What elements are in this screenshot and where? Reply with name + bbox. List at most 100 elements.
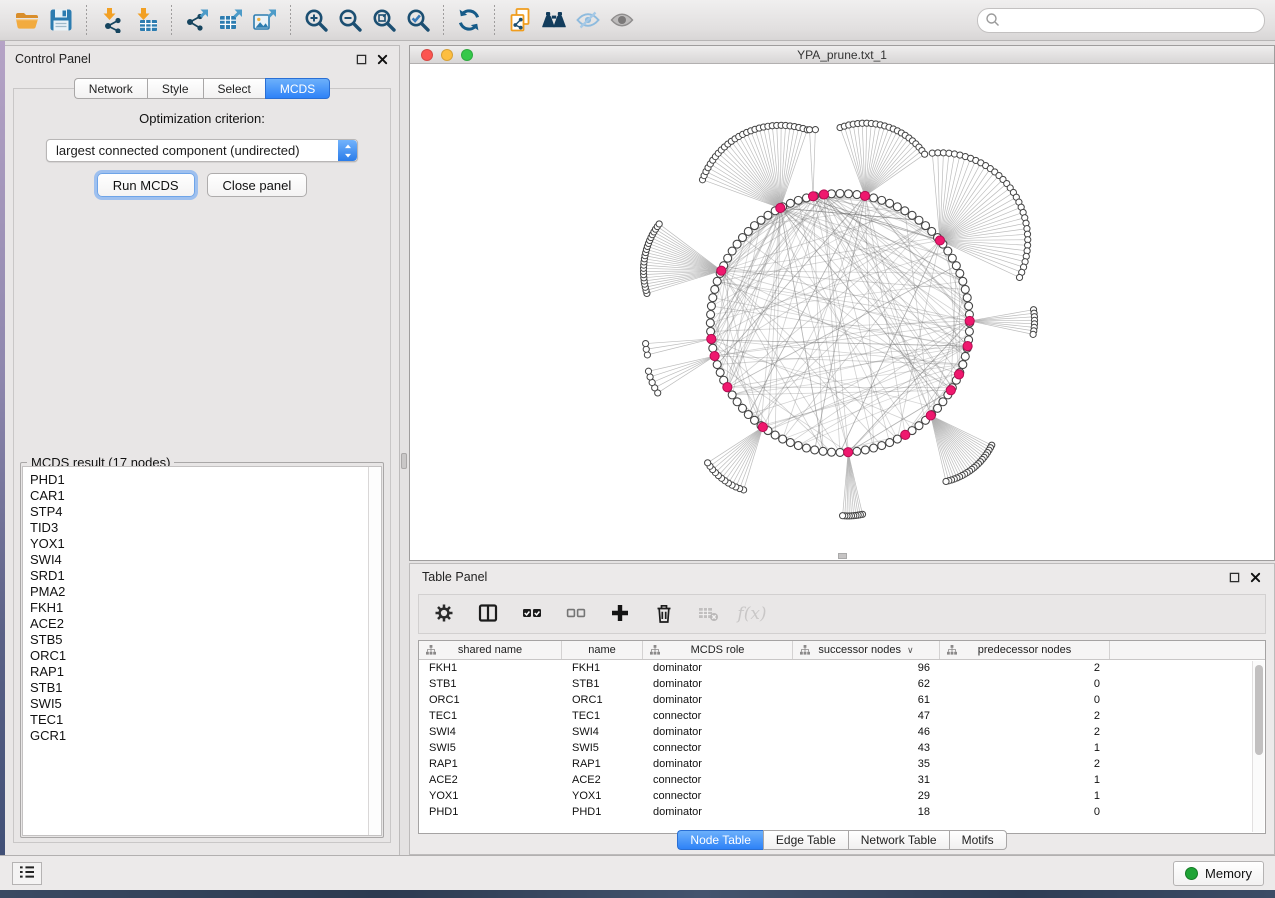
panel-splitter[interactable] xyxy=(400,45,409,858)
network-node[interactable] xyxy=(956,269,964,277)
mcds-hub-node[interactable] xyxy=(965,316,974,325)
network-node[interactable] xyxy=(728,247,736,255)
deselect-all-button[interactable] xyxy=(561,599,591,629)
mcds-result-item[interactable]: TID3 xyxy=(30,520,381,536)
network-node[interactable] xyxy=(908,211,916,219)
mcds-hub-node[interactable] xyxy=(926,411,935,420)
mcds-hub-node[interactable] xyxy=(860,191,869,200)
network-node[interactable] xyxy=(744,227,752,235)
network-node[interactable] xyxy=(771,431,779,439)
zoom-in-button[interactable] xyxy=(299,4,333,36)
table-row[interactable]: SWI5SWI5connector431 xyxy=(419,740,1265,756)
network-node[interactable] xyxy=(724,254,732,262)
table-row[interactable]: TEC1TEC1connector472 xyxy=(419,708,1265,724)
import-network-button[interactable] xyxy=(95,4,129,36)
zoom-selected-button[interactable] xyxy=(401,4,435,36)
mcds-hub-node[interactable] xyxy=(844,448,853,457)
network-node[interactable] xyxy=(707,302,715,310)
column-header-predecessor-nodes[interactable]: predecessor nodes xyxy=(940,641,1110,659)
refresh-layout-button[interactable] xyxy=(452,4,486,36)
mcds-result-item[interactable]: CAR1 xyxy=(30,488,381,504)
tab-mcds[interactable]: MCDS xyxy=(265,78,330,99)
network-node[interactable] xyxy=(786,199,794,207)
network-node[interactable] xyxy=(709,294,717,302)
network-node[interactable] xyxy=(713,277,721,285)
table-row[interactable]: PHD1PHD1dominator180 xyxy=(419,804,1265,820)
network-node[interactable] xyxy=(739,234,747,242)
node-table[interactable]: shared namenameMCDS rolesuccessor nodes∨… xyxy=(418,640,1266,834)
column-header-MCDS-role[interactable]: MCDS role xyxy=(643,641,793,659)
mcds-hub-node[interactable] xyxy=(954,370,963,379)
network-node[interactable] xyxy=(922,222,930,230)
table-row[interactable]: ORC1ORC1dominator610 xyxy=(419,692,1265,708)
network-node[interactable] xyxy=(728,391,736,399)
network-node[interactable] xyxy=(915,422,923,430)
float-panel-button[interactable] xyxy=(355,53,368,66)
hide-selected-button[interactable] xyxy=(571,4,605,36)
status-menu-button[interactable] xyxy=(12,862,42,885)
network-node[interactable] xyxy=(861,446,869,454)
network-node[interactable] xyxy=(794,196,802,204)
zoom-out-button[interactable] xyxy=(333,4,367,36)
column-header-successor-nodes[interactable]: successor nodes∨ xyxy=(793,641,940,659)
mcds-result-item[interactable]: SWI5 xyxy=(30,696,381,712)
network-graph[interactable] xyxy=(410,65,1274,560)
network-window-titlebar[interactable]: YPA_prune.txt_1 xyxy=(410,46,1274,64)
network-node[interactable] xyxy=(963,294,971,302)
mcds-hub-node[interactable] xyxy=(901,430,910,439)
mcds-result-item[interactable]: YOX1 xyxy=(30,536,381,552)
network-node[interactable] xyxy=(764,211,772,219)
mcds-hub-node[interactable] xyxy=(935,236,944,245)
zoom-fit-button[interactable] xyxy=(367,4,401,36)
first-neighbors-button[interactable] xyxy=(537,4,571,36)
mcds-result-item[interactable]: ORC1 xyxy=(30,648,381,664)
network-leaf-node[interactable] xyxy=(943,478,949,484)
export-table-button[interactable] xyxy=(214,4,248,36)
network-node[interactable] xyxy=(744,411,752,419)
network-leaf-node[interactable] xyxy=(644,352,650,358)
column-header-name[interactable]: name xyxy=(562,641,643,659)
settings-button[interactable] xyxy=(429,599,459,629)
network-node[interactable] xyxy=(711,285,719,293)
network-node[interactable] xyxy=(733,398,741,406)
table-scrollbar[interactable] xyxy=(1252,661,1264,832)
network-node[interactable] xyxy=(878,442,886,450)
mcds-hub-node[interactable] xyxy=(776,203,785,212)
network-node[interactable] xyxy=(893,435,901,443)
mcds-result-item[interactable]: SRD1 xyxy=(30,568,381,584)
mcds-hub-node[interactable] xyxy=(723,383,732,392)
mcds-result-item[interactable]: PHD1 xyxy=(30,472,381,488)
network-leaf-node[interactable] xyxy=(705,460,711,466)
close-panel-button[interactable] xyxy=(376,53,389,66)
network-node[interactable] xyxy=(739,404,747,412)
network-node[interactable] xyxy=(844,190,852,198)
column-header-shared-name[interactable]: shared name xyxy=(419,641,562,659)
splitter-grip[interactable] xyxy=(401,453,407,469)
network-node[interactable] xyxy=(802,444,810,452)
network-node[interactable] xyxy=(750,222,758,230)
network-leaf-node[interactable] xyxy=(643,346,649,352)
close-table-panel-button[interactable] xyxy=(1249,571,1262,584)
add-column-button[interactable] xyxy=(605,599,635,629)
network-node[interactable] xyxy=(716,369,724,377)
memory-button[interactable]: Memory xyxy=(1173,861,1264,886)
network-leaf-node[interactable] xyxy=(1016,274,1022,280)
network-node[interactable] xyxy=(750,416,758,424)
tab-style[interactable]: Style xyxy=(147,78,203,99)
network-node[interactable] xyxy=(853,447,861,455)
mcds-hub-node[interactable] xyxy=(758,422,767,431)
network-node[interactable] xyxy=(959,277,967,285)
import-table-button[interactable] xyxy=(129,4,163,36)
mcds-result-item[interactable]: TEC1 xyxy=(30,712,381,728)
mcds-hub-node[interactable] xyxy=(819,190,828,199)
network-node[interactable] xyxy=(878,196,886,204)
mcds-hub-node[interactable] xyxy=(808,192,817,201)
select-all-button[interactable] xyxy=(517,599,547,629)
mcds-result-item[interactable]: STB1 xyxy=(30,680,381,696)
network-node[interactable] xyxy=(944,247,952,255)
tab-select[interactable]: Select xyxy=(203,78,265,99)
network-node[interactable] xyxy=(961,352,969,360)
tab-motifs[interactable]: Motifs xyxy=(949,830,1007,850)
export-image-button[interactable] xyxy=(248,4,282,36)
mcds-hub-node[interactable] xyxy=(946,386,955,395)
